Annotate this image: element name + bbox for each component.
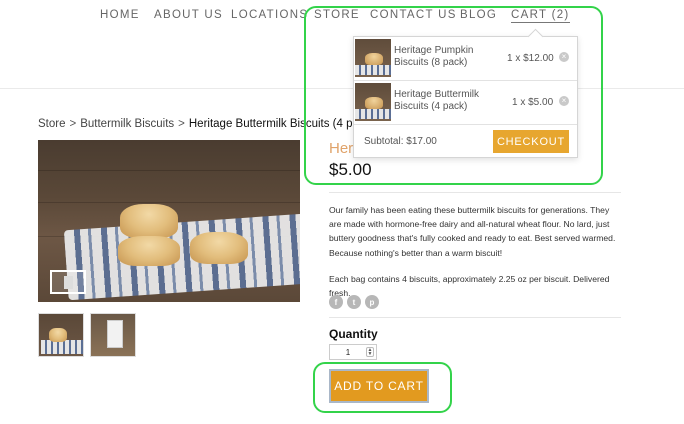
header-divider [0, 88, 684, 89]
nav-store[interactable]: STORE [314, 9, 360, 21]
cart-item-name[interactable]: Heritage Pumpkin Biscuits (8 pack) [394, 45, 494, 69]
wood-plank-line [38, 202, 300, 203]
breadcrumb: Store > Buttermilk Biscuits > Heritage Butte… [38, 118, 374, 130]
quantity-label: Quantity [329, 327, 378, 341]
wood-plank-line [38, 170, 300, 171]
product-price: $5.00 [329, 160, 372, 179]
cart-subtotal-divider [354, 124, 577, 125]
biscuit-mini [365, 53, 383, 65]
biscuit-mini [365, 97, 383, 109]
product-description: Our family has been eating these butterm… [329, 205, 616, 258]
product-thumbnail-bag[interactable] [90, 313, 136, 357]
image-zoom-thumb[interactable] [50, 270, 86, 294]
biscuit-mini [49, 328, 67, 342]
remove-item-icon[interactable]: × [559, 96, 569, 106]
cart-item: Heritage Pumpkin Biscuits (8 pack) 1 x $… [354, 37, 577, 79]
nav-locations[interactable]: LOCATIONS [231, 9, 308, 21]
cart-item: Heritage Buttermilk Biscuits (4 pack) 1 … [354, 81, 577, 123]
twitter-icon[interactable]: t [347, 295, 361, 309]
striped-napkin [41, 340, 83, 354]
breadcrumb-store[interactable]: Store [38, 118, 66, 130]
quantity-stepper[interactable]: ▲▼ [329, 344, 377, 360]
nav-blog[interactable]: BLOG [460, 9, 497, 21]
cart-subtotal: Subtotal: $17.00 [364, 136, 437, 147]
price-divider [329, 192, 621, 193]
breadcrumb-separator: > [69, 118, 77, 130]
striped-napkin [63, 213, 300, 301]
striped-napkin [355, 65, 391, 75]
breadcrumb-separator: > [178, 118, 185, 130]
checkout-button[interactable]: CHECKOUT [493, 130, 569, 153]
social-divider [329, 317, 621, 318]
pinterest-icon[interactable]: p [365, 295, 379, 309]
nav-about-us[interactable]: ABOUT US [154, 9, 223, 21]
breadcrumb-buttermilk-biscuits[interactable]: Buttermilk Biscuits [80, 118, 174, 130]
striped-napkin [355, 109, 391, 119]
bag-icon [64, 276, 73, 289]
nav-home[interactable]: HOME [100, 9, 140, 21]
cart-item-image[interactable] [355, 39, 391, 77]
biscuit-bottom [118, 236, 180, 266]
nav-contact-us[interactable]: CONTACT US [370, 9, 457, 21]
cart-item-qty-price: 1 x $5.00 [512, 97, 554, 108]
add-to-cart-button[interactable]: ADD TO CART [329, 369, 429, 403]
cart-item-image[interactable] [355, 83, 391, 121]
nav-cart[interactable]: CART (2) [511, 9, 570, 23]
cart-item-name[interactable]: Heritage Buttermilk Biscuits (4 pack) [394, 89, 494, 113]
cart-item-qty-price: 1 x $12.00 [507, 53, 554, 64]
bag-icon [107, 320, 123, 348]
product-main-image[interactable] [38, 140, 300, 302]
product-thumbnail-biscuits[interactable] [38, 313, 84, 357]
breadcrumb-current: Heritage Buttermilk Biscuits (4 pack) [188, 118, 375, 130]
facebook-icon[interactable]: f [329, 295, 343, 309]
cart-dropdown: Heritage Pumpkin Biscuits (8 pack) 1 x $… [353, 36, 578, 158]
remove-item-icon[interactable]: × [559, 52, 569, 62]
stepper-arrows-icon[interactable]: ▲ ▼ [366, 347, 374, 357]
biscuit-side [190, 232, 248, 264]
social-share: f t p [329, 295, 379, 309]
quantity-input[interactable] [330, 345, 366, 359]
top-nav: HOME ABOUT US LOCATIONS STORE CONTACT US… [0, 9, 684, 25]
biscuit-top [120, 204, 178, 238]
